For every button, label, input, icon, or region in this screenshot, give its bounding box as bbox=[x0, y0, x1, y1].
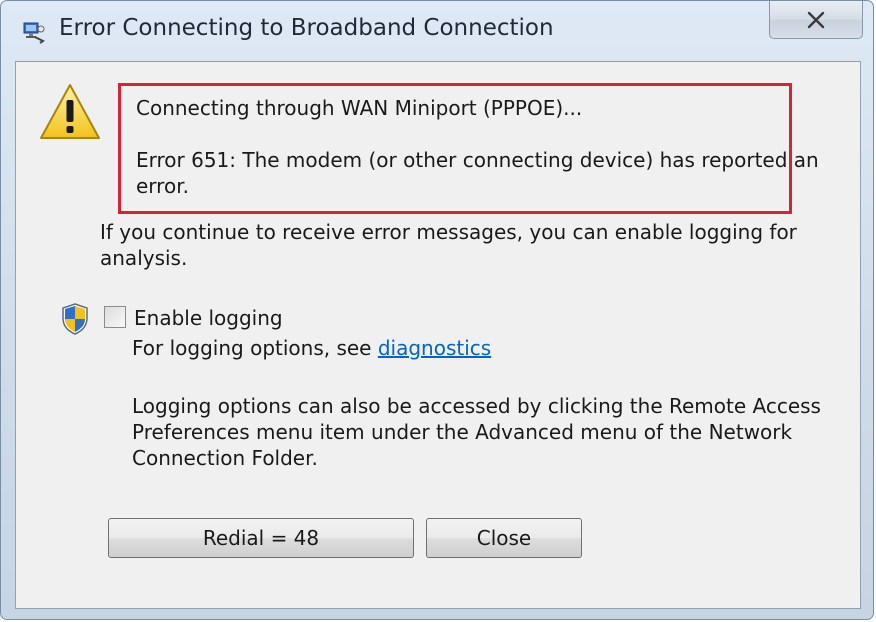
logging-note-line-1: Logging options can also be accessed by … bbox=[132, 394, 821, 418]
logging-note-line-3: Connection Folder. bbox=[132, 446, 318, 470]
logging-options-text: For logging options, see diagnostics bbox=[132, 335, 491, 361]
enable-logging-label[interactable]: Enable logging bbox=[134, 305, 283, 331]
connecting-status-text: Connecting through WAN Miniport (PPPOE).… bbox=[136, 96, 583, 120]
error-dialog-window: Error Connecting to Broadband Connection… bbox=[0, 0, 874, 620]
window-close-button[interactable] bbox=[769, 1, 863, 39]
info-text-line-1: If you continue to receive error message… bbox=[100, 220, 797, 244]
window-title: Error Connecting to Broadband Connection bbox=[59, 15, 554, 41]
diagnostics-link[interactable]: diagnostics bbox=[378, 336, 491, 360]
logging-options-prefix: For logging options, see bbox=[132, 336, 378, 360]
network-connection-icon bbox=[23, 22, 45, 44]
warning-icon bbox=[40, 84, 100, 139]
enable-logging-checkbox[interactable] bbox=[104, 306, 126, 328]
info-text-line-2: analysis. bbox=[100, 246, 188, 270]
redial-button[interactable]: Redial = 48 bbox=[108, 518, 414, 558]
error-message-line-1: Error 651: The modem (or other connectin… bbox=[136, 148, 819, 172]
error-message-line-2: error. bbox=[136, 174, 189, 198]
dialog-content: Connecting through WAN Miniport (PPPOE).… bbox=[15, 61, 861, 609]
close-icon bbox=[807, 11, 825, 28]
logging-note-line-2: Preferences menu item under the Advanced… bbox=[132, 420, 793, 444]
uac-shield-icon bbox=[62, 303, 88, 335]
close-button[interactable]: Close bbox=[426, 518, 582, 558]
title-bar[interactable]: Error Connecting to Broadband Connection bbox=[1, 1, 873, 61]
